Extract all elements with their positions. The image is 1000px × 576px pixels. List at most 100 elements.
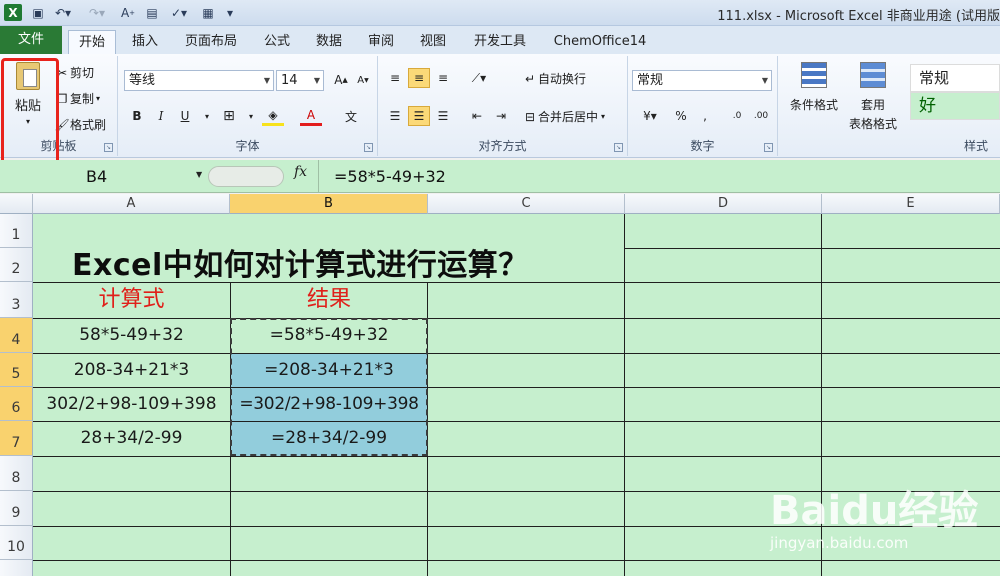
merge-label: 合并后居中	[538, 110, 599, 124]
merge-center-button[interactable]: ⊟ 合并后居中 ▾	[522, 108, 605, 125]
decrease-decimal-icon[interactable]: .00	[750, 106, 772, 126]
format-painter-button[interactable]: 🖌 格式刷	[54, 116, 106, 133]
font-name-select[interactable]: 等线 ▼	[124, 70, 274, 91]
cell-style-normal[interactable]: 常规	[910, 64, 1000, 92]
spreadsheet-grid[interactable]: A B C D E 1 2 3 4 5 6 7 8 9 10 Excel中如何对…	[0, 194, 1000, 576]
align-top-icon[interactable]: ≡	[384, 68, 406, 88]
increase-decimal-icon[interactable]: .0	[726, 106, 748, 126]
chevron-down-icon: ▾	[96, 94, 101, 103]
column-header-c[interactable]: C	[428, 194, 625, 214]
tab-data[interactable]: 数据	[306, 30, 352, 54]
row-header-9[interactable]: 9	[0, 491, 33, 526]
chevron-down-icon: ▾	[601, 112, 606, 121]
row-header-7[interactable]: 7	[0, 421, 33, 456]
fill-color-icon[interactable]: ◈	[262, 106, 284, 126]
number-format-select[interactable]: 常规 ▼	[632, 70, 772, 91]
chevron-down-icon[interactable]: ▾	[196, 106, 218, 126]
tab-home[interactable]: 开始	[68, 30, 116, 54]
chevron-down-icon[interactable]: ▾	[240, 106, 262, 126]
column-header-b[interactable]: B	[230, 194, 428, 214]
underline-icon[interactable]: U	[174, 106, 196, 126]
font-shrink-icon[interactable]: A ▼	[352, 70, 374, 90]
formula-controls	[208, 166, 284, 187]
font-name-value: 等线	[129, 73, 156, 88]
table-icon[interactable]: ▦	[200, 4, 216, 21]
phonetic-icon[interactable]: 文	[340, 106, 362, 126]
font-grow-icon[interactable]: A ▲	[330, 70, 352, 90]
column-header-d[interactable]: D	[625, 194, 822, 214]
increase-indent-icon[interactable]: ⇥	[490, 106, 512, 126]
styles-group: 条件格式 套用 表格格式 常规 好 样式	[778, 56, 1000, 156]
align-right-icon[interactable]: ☰	[432, 106, 454, 126]
tab-developer[interactable]: 开发工具	[462, 30, 538, 54]
tab-formulas[interactable]: 公式	[254, 30, 300, 54]
row-header-5[interactable]: 5	[0, 353, 33, 387]
formula-bar: B4 ▼ fx =58*5-49+32	[0, 160, 1000, 193]
formula-input[interactable]: =58*5-49+32	[334, 165, 446, 188]
row-header-11[interactable]	[0, 560, 33, 576]
dialog-launcher-icon[interactable]: ↘	[104, 143, 113, 152]
preview-icon[interactable]: ▤	[144, 4, 160, 21]
chevron-down-icon[interactable]: ▼	[196, 170, 202, 179]
redo-icon[interactable]: ↷▾	[86, 4, 108, 21]
row-header-2[interactable]: 2	[0, 248, 33, 282]
format-as-table-button[interactable]: 套用 表格格式	[840, 62, 906, 132]
row-header-10[interactable]: 10	[0, 526, 33, 560]
format-as-table-label-2: 表格格式	[848, 117, 897, 131]
dialog-launcher-icon[interactable]: ↘	[364, 143, 373, 152]
insert-function-icon[interactable]: fx	[294, 164, 307, 180]
paste-highlight-box	[1, 58, 59, 166]
column-header-a[interactable]: A	[33, 194, 230, 214]
align-middle-icon[interactable]: ≡	[408, 68, 430, 88]
border-icon[interactable]: ⊞	[218, 106, 240, 126]
tab-page-layout[interactable]: 页面布局	[176, 30, 246, 54]
row-header-6[interactable]: 6	[0, 387, 33, 421]
save-icon[interactable]: ▣	[30, 4, 46, 21]
undo-icon[interactable]: ↶▾	[52, 4, 74, 21]
dialog-launcher-icon[interactable]: ↘	[764, 143, 773, 152]
column-header-e[interactable]: E	[822, 194, 1000, 214]
orientation-icon[interactable]: ⟋▾	[468, 68, 490, 88]
italic-icon[interactable]: I	[150, 106, 172, 126]
font-grow-icon[interactable]: A +	[120, 4, 136, 21]
customize-toolbar-icon[interactable]: ▾	[224, 4, 236, 21]
cell-a6[interactable]: 302/2+98-109+398	[33, 388, 230, 421]
font-color-icon[interactable]: A	[300, 106, 322, 126]
decrease-indent-icon[interactable]: ⇤	[466, 106, 488, 126]
font-size-select[interactable]: 14 ▼	[276, 70, 324, 91]
copy-label: 复制	[70, 92, 95, 106]
copy-button[interactable]: ❐ 复制 ▾	[54, 90, 100, 107]
ribbon: 粘贴 ▾ ✂ 剪切 ❐ 复制 ▾ 🖌 格式刷 剪贴板 ↘ 等线 ▼ 14 ▼ A ▲ A ▼ B…	[0, 54, 1000, 158]
cut-button[interactable]: ✂ 剪切	[54, 64, 94, 81]
comma-icon[interactable]: ,	[694, 106, 716, 126]
header-expression[interactable]: 计算式	[33, 283, 230, 316]
align-left-icon[interactable]: ☰	[384, 106, 406, 126]
percent-icon[interactable]: %	[670, 106, 692, 126]
tab-chemoffice[interactable]: ChemOffice14	[544, 30, 656, 54]
row-header-4[interactable]: 4	[0, 318, 33, 353]
tab-insert[interactable]: 插入	[122, 30, 168, 54]
row-header-8[interactable]: 8	[0, 456, 33, 491]
align-center-icon[interactable]: ☰	[408, 106, 430, 126]
tab-view[interactable]: 视图	[410, 30, 456, 54]
format-as-table-label-1: 套用	[860, 98, 885, 112]
tab-file[interactable]: 文件	[0, 26, 62, 54]
cell-a5[interactable]: 208-34+21*3	[33, 354, 230, 387]
dialog-launcher-icon[interactable]: ↘	[614, 143, 623, 152]
cell-a7[interactable]: 28+34/2-99	[33, 422, 230, 455]
spellcheck-icon[interactable]: ✓▾	[168, 4, 190, 21]
currency-icon[interactable]: ¥▾	[634, 106, 666, 126]
conditional-format-button[interactable]: 条件格式	[782, 62, 846, 113]
cell-a4[interactable]: 58*5-49+32	[33, 319, 230, 352]
row-header-1[interactable]: 1	[0, 214, 33, 248]
cell-style-good[interactable]: 好	[910, 92, 1000, 120]
header-result[interactable]: 结果	[230, 283, 428, 316]
copy-selection-marquee	[230, 318, 428, 456]
select-all-corner[interactable]	[0, 194, 33, 214]
align-bottom-icon[interactable]: ≡	[432, 68, 454, 88]
wrap-text-button[interactable]: ↵ 自动换行	[522, 70, 586, 87]
name-box[interactable]: B4	[2, 165, 205, 188]
bold-icon[interactable]: B	[126, 106, 148, 126]
tab-review[interactable]: 审阅	[358, 30, 404, 54]
row-header-3[interactable]: 3	[0, 282, 33, 318]
